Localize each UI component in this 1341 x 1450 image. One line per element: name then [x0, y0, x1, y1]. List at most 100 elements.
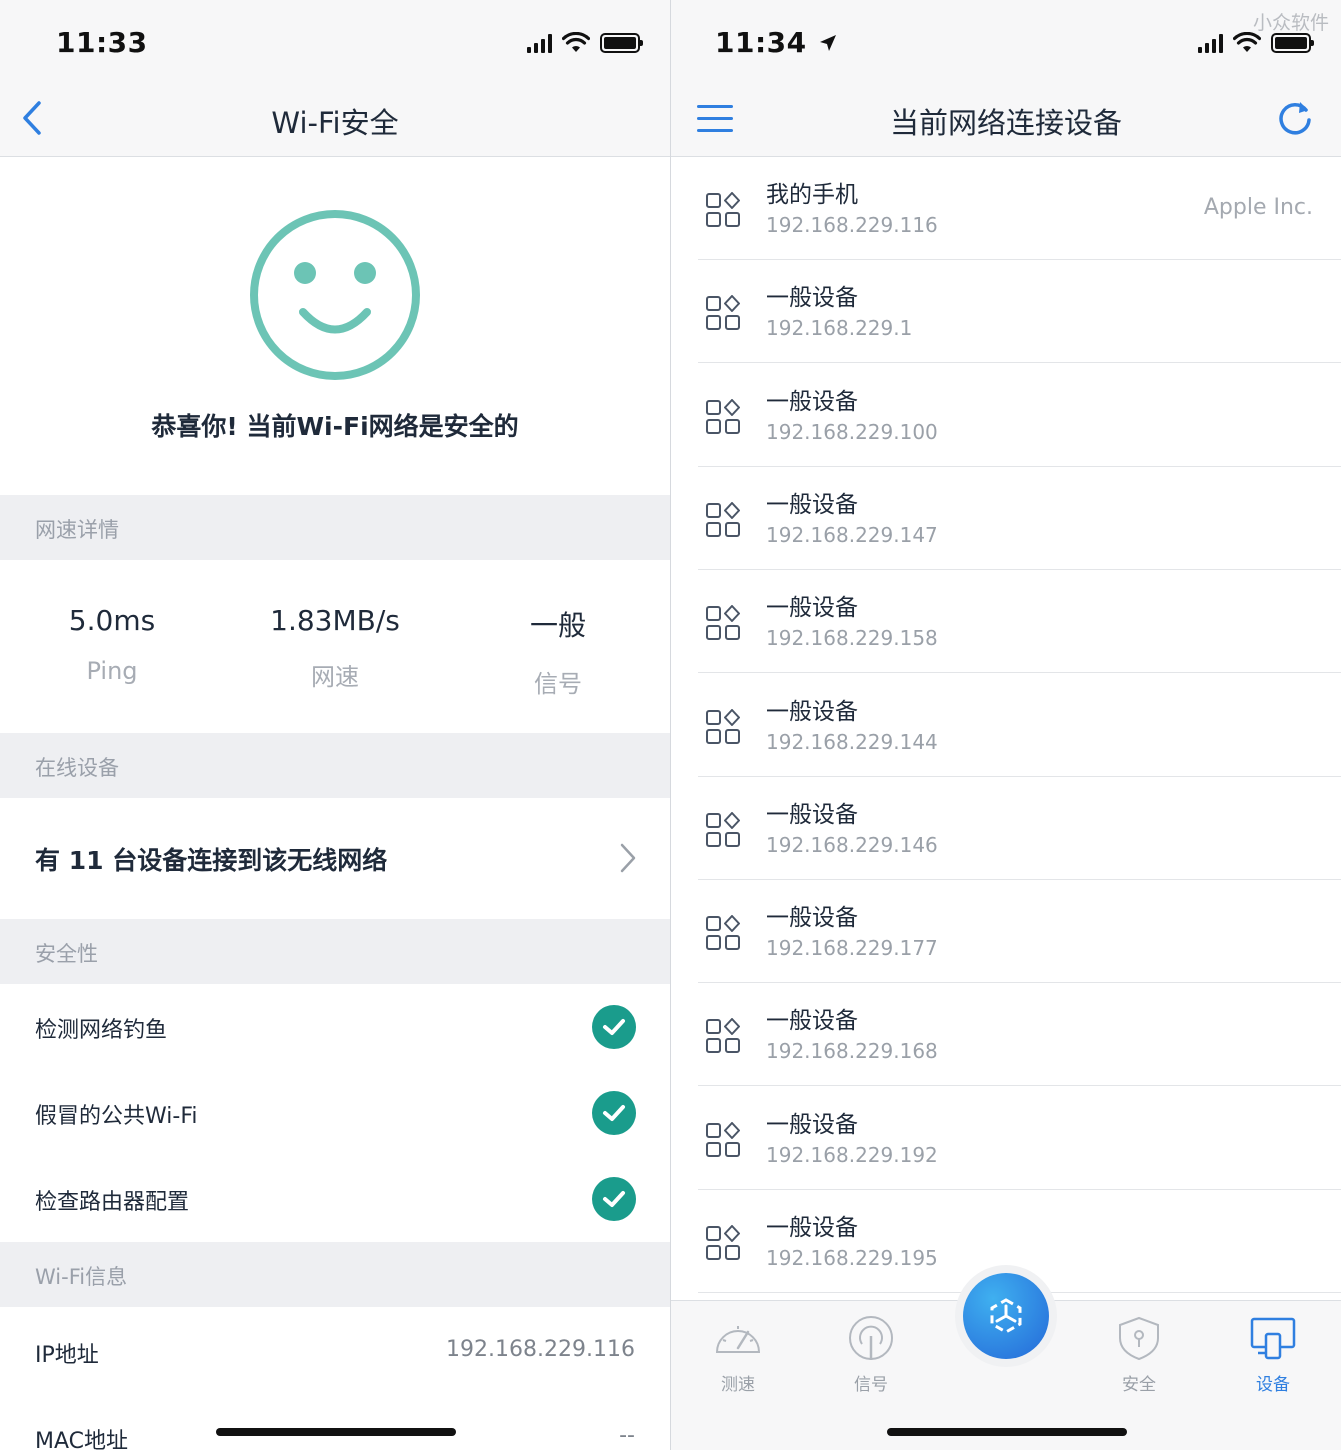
- tab-signal[interactable]: 信号: [826, 1316, 916, 1395]
- status-icons: [527, 30, 643, 56]
- stat-label: 网速: [311, 663, 359, 691]
- device-row[interactable]: 一般设备 192.168.229.192: [671, 1086, 1341, 1190]
- section-title: Wi-Fi信息: [35, 1265, 128, 1289]
- device-ip: 192.168.229.168: [766, 1039, 938, 1064]
- tab-devices[interactable]: 设备: [1228, 1316, 1318, 1395]
- device-ip: 192.168.229.147: [766, 522, 938, 547]
- refresh-icon[interactable]: [1275, 98, 1315, 138]
- device-icon: [706, 605, 740, 641]
- devices-icon: [1250, 1317, 1296, 1360]
- device-name: 一般设备: [766, 595, 858, 622]
- stat-value: 5.0ms: [68, 604, 156, 637]
- device-vendor: Apple Inc.: [1203, 195, 1313, 220]
- check-label: 假冒的公共Wi-Fi: [35, 1104, 198, 1129]
- smiley-face-icon: [250, 210, 420, 380]
- device-icon: [706, 501, 740, 537]
- device-icon: [706, 295, 740, 331]
- nav-bar: 当前网络连接设备: [671, 80, 1341, 157]
- device-row[interactable]: 一般设备 192.168.229.177: [671, 880, 1341, 984]
- device-icon: [706, 1121, 740, 1157]
- device-icon: [706, 915, 740, 951]
- device-row[interactable]: 我的手机 192.168.229.116 Apple Inc.: [671, 157, 1341, 260]
- device-icon: [706, 1225, 740, 1260]
- tab-label: 信号: [854, 1375, 888, 1395]
- check-phishing: 检测网络钓鱼: [0, 984, 670, 1070]
- info-key: IP地址: [35, 1343, 99, 1368]
- tab-security[interactable]: 安全: [1094, 1316, 1184, 1395]
- device-icon: [706, 1018, 740, 1054]
- page-title: 当前网络连接设备: [889, 106, 1122, 140]
- section-title: 网速详情: [35, 518, 119, 542]
- device-name: 一般设备: [766, 491, 858, 518]
- device-name: 一般设备: [766, 285, 858, 312]
- cellular-signal-icon: [527, 33, 552, 53]
- device-name: 一般设备: [766, 1111, 858, 1138]
- device-ip: 192.168.229.100: [766, 419, 938, 444]
- shield-icon: [1119, 1316, 1159, 1361]
- checkmark-icon: [592, 1177, 636, 1221]
- section-title: 在线设备: [35, 756, 119, 780]
- tab-speed-test[interactable]: 测速: [693, 1316, 783, 1395]
- device-ip: 192.168.229.158: [766, 626, 938, 651]
- device-name: 一般设备: [766, 698, 858, 725]
- wifi-security-screen: 11:33 Wi-Fi安全 恭喜你! 当前Wi-Fi网络是安全的 网速详情 5.…: [0, 0, 670, 1450]
- device-name: 一般设备: [766, 801, 858, 828]
- home-indicator[interactable]: [216, 1428, 456, 1436]
- check-fake-wifi: 假冒的公共Wi-Fi: [0, 1070, 670, 1156]
- section-header-wifi-info: Wi-Fi信息: [0, 1242, 670, 1307]
- speed-stats: 5.0ms Ping 1.83MB/s 网速 一般 信号: [0, 560, 670, 733]
- device-row[interactable]: 一般设备 192.168.229.158: [671, 570, 1341, 674]
- tab-label: 测速: [721, 1375, 755, 1395]
- chevron-right-icon: [620, 843, 636, 873]
- device-ip: 192.168.229.195: [766, 1246, 938, 1270]
- status-bar: 11:34 小众软件: [671, 0, 1341, 80]
- stat-speed: 1.83MB/s 网速: [223, 604, 447, 692]
- device-ip: 192.168.229.177: [766, 936, 938, 961]
- tab-label: 设备: [1256, 1375, 1290, 1395]
- info-value: --: [619, 1423, 635, 1448]
- stat-value: 1.83MB/s: [270, 604, 400, 637]
- device-row[interactable]: 一般设备 192.168.229.147: [671, 466, 1341, 570]
- connected-devices-screen: 11:34 小众软件 当前网络连接设备 我的手机 192.168.229.116…: [671, 0, 1341, 1450]
- device-icon: [706, 192, 740, 227]
- section-header-security: 安全性: [0, 919, 670, 984]
- battery-icon: [600, 33, 643, 53]
- scan-button[interactable]: [963, 1273, 1049, 1359]
- checkmark-icon: [592, 1091, 636, 1135]
- device-row[interactable]: 一般设备 192.168.229.144: [671, 673, 1341, 777]
- page-title: Wi-Fi安全: [271, 106, 399, 140]
- device-name: 一般设备: [766, 905, 858, 932]
- device-row[interactable]: 一般设备 192.168.229.100: [671, 363, 1341, 467]
- device-name: 一般设备: [766, 388, 858, 415]
- watermark: 小众软件: [1252, 12, 1329, 34]
- battery-icon: [1271, 33, 1314, 53]
- home-indicator[interactable]: [887, 1428, 1127, 1436]
- security-status-message: 恭喜你! 当前Wi-Fi网络是安全的: [151, 412, 519, 441]
- location-arrow-icon: [819, 35, 836, 51]
- device-ip: 192.168.229.1: [766, 316, 913, 341]
- device-row[interactable]: 一般设备 192.168.229.146: [671, 776, 1341, 880]
- device-name: 我的手机: [766, 182, 858, 208]
- stat-value: 一般: [529, 609, 586, 642]
- device-ip: 192.168.229.192: [766, 1142, 938, 1167]
- check-label: 检测网络钓鱼: [35, 1018, 168, 1043]
- status-time: 11:34: [715, 26, 837, 59]
- cellular-signal-icon: [1198, 33, 1223, 53]
- device-name: 一般设备: [766, 1215, 858, 1241]
- tab-label: 安全: [1122, 1375, 1156, 1395]
- info-row-ip: IP地址 192.168.229.116: [0, 1307, 670, 1393]
- device-row[interactable]: 一般设备 192.168.229.1: [671, 260, 1341, 364]
- info-row-mac: MAC地址 --: [0, 1393, 670, 1450]
- section-title: 安全性: [35, 942, 98, 966]
- stat-label: 信号: [534, 670, 582, 698]
- online-devices-row[interactable]: 有 11 台设备连接到该无线网络: [0, 798, 670, 919]
- section-header-speed: 网速详情: [0, 495, 670, 560]
- device-icon: [706, 398, 740, 434]
- wifi-signal-icon: [562, 32, 590, 52]
- section-header-online: 在线设备: [0, 733, 670, 798]
- checkmark-icon: [592, 1005, 636, 1049]
- device-row[interactable]: 一般设备 192.168.229.168: [671, 983, 1341, 1087]
- device-icon: [706, 708, 740, 744]
- status-time-text: 11:34: [715, 26, 807, 59]
- device-ip: 192.168.229.116: [766, 213, 938, 237]
